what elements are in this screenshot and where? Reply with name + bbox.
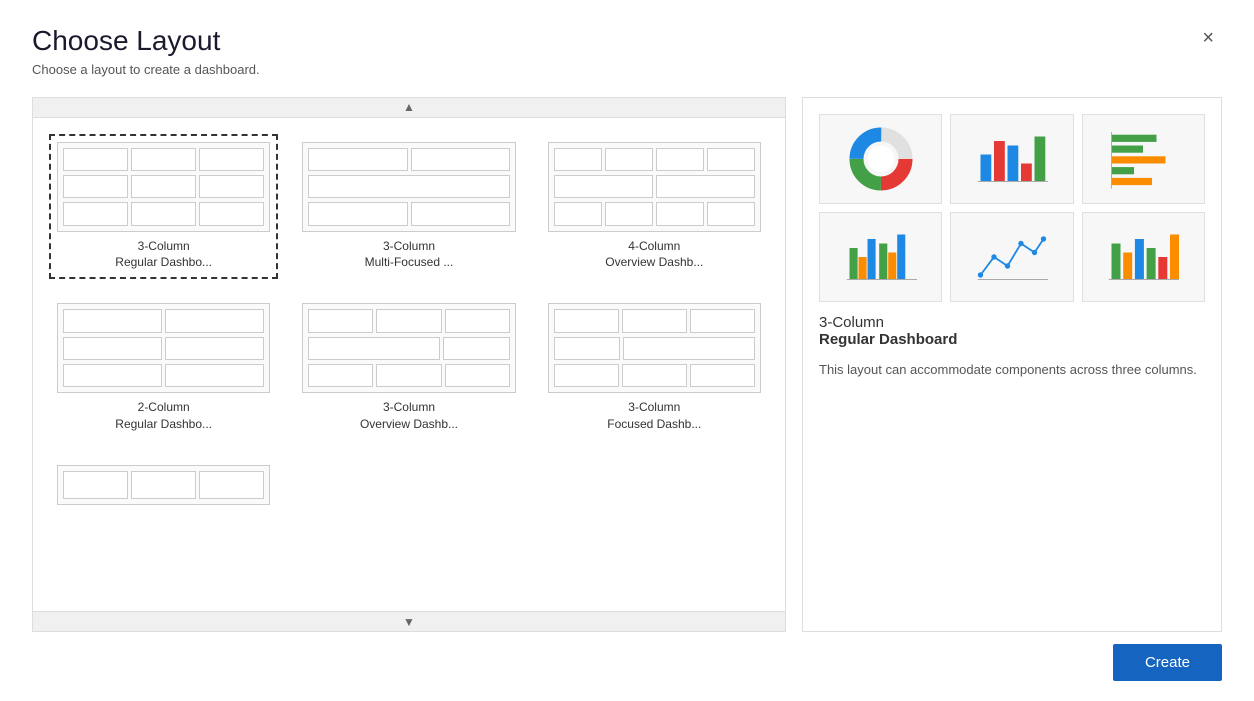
layout-label-4col-overview: 4-ColumnOverview Dashb...: [605, 238, 703, 272]
dialog-header: Choose Layout Choose a layout to create …: [32, 24, 1222, 77]
layout-label-3col-focused: 3-ColumnFocused Dashb...: [607, 399, 701, 433]
layout-label-2col-regular: 2-ColumnRegular Dashbo...: [115, 399, 212, 433]
layout-item-3col-overview[interactable]: 3-ColumnOverview Dashb...: [294, 295, 523, 441]
detail-thumb-colbar: [819, 212, 942, 302]
layout-label-3col-regular: 3-ColumnRegular Dashbo...: [115, 238, 212, 272]
detail-name: 3-Column Regular Dashboard: [819, 314, 1205, 348]
layout-list-container: ▲ 3-ColumnRegular Dashbo...: [32, 97, 786, 632]
detail-thumb-hbar: [1082, 114, 1205, 204]
layout-item-partial[interactable]: [49, 457, 278, 519]
layout-item-4col-overview[interactable]: 4-ColumnOverview Dashb...: [540, 134, 769, 280]
close-button[interactable]: ×: [1194, 24, 1222, 52]
layout-preview-3col-focused: [548, 303, 761, 393]
layout-preview-3col-overview: [302, 303, 515, 393]
layout-label-3col-multifocused: 3-ColumnMulti-Focused ...: [365, 238, 454, 272]
detail-thumb-line: [950, 212, 1073, 302]
layout-label-3col-overview: 3-ColumnOverview Dashb...: [360, 399, 458, 433]
dialog-title: Choose Layout: [32, 24, 260, 58]
detail-thumb-bar: [950, 114, 1073, 204]
detail-description: This layout can accommodate components a…: [819, 360, 1205, 380]
detail-thumbnails: [819, 114, 1205, 302]
dialog-body: ▲ 3-ColumnRegular Dashbo...: [32, 97, 1222, 632]
scroll-up-arrow[interactable]: ▲: [33, 98, 785, 118]
layout-item-3col-regular[interactable]: 3-ColumnRegular Dashbo...: [49, 134, 278, 280]
layout-preview-partial: [57, 465, 270, 505]
detail-thumb-donut: [819, 114, 942, 204]
header-text: Choose Layout Choose a layout to create …: [32, 24, 260, 77]
layout-preview-4col-overview: [548, 142, 761, 232]
dialog-footer: Create: [32, 632, 1222, 681]
layout-preview-3col-regular: [57, 142, 270, 232]
create-button[interactable]: Create: [1113, 644, 1222, 681]
dialog-subtitle: Choose a layout to create a dashboard.: [32, 62, 260, 77]
scroll-down-arrow[interactable]: ▼: [33, 611, 785, 631]
detail-panel: 3-Column Regular Dashboard This layout c…: [802, 97, 1222, 632]
layout-item-2col-regular[interactable]: 2-ColumnRegular Dashbo...: [49, 295, 278, 441]
layout-preview-3col-multifocused: [302, 142, 515, 232]
detail-thumb-mixed: [1082, 212, 1205, 302]
choose-layout-dialog: Choose Layout Choose a layout to create …: [0, 0, 1254, 701]
layout-list: 3-ColumnRegular Dashbo... 3-ColumnMulti-…: [33, 118, 785, 611]
layout-preview-2col-regular: [57, 303, 270, 393]
layout-item-3col-multifocused[interactable]: 3-ColumnMulti-Focused ...: [294, 134, 523, 280]
layout-item-3col-focused[interactable]: 3-ColumnFocused Dashb...: [540, 295, 769, 441]
